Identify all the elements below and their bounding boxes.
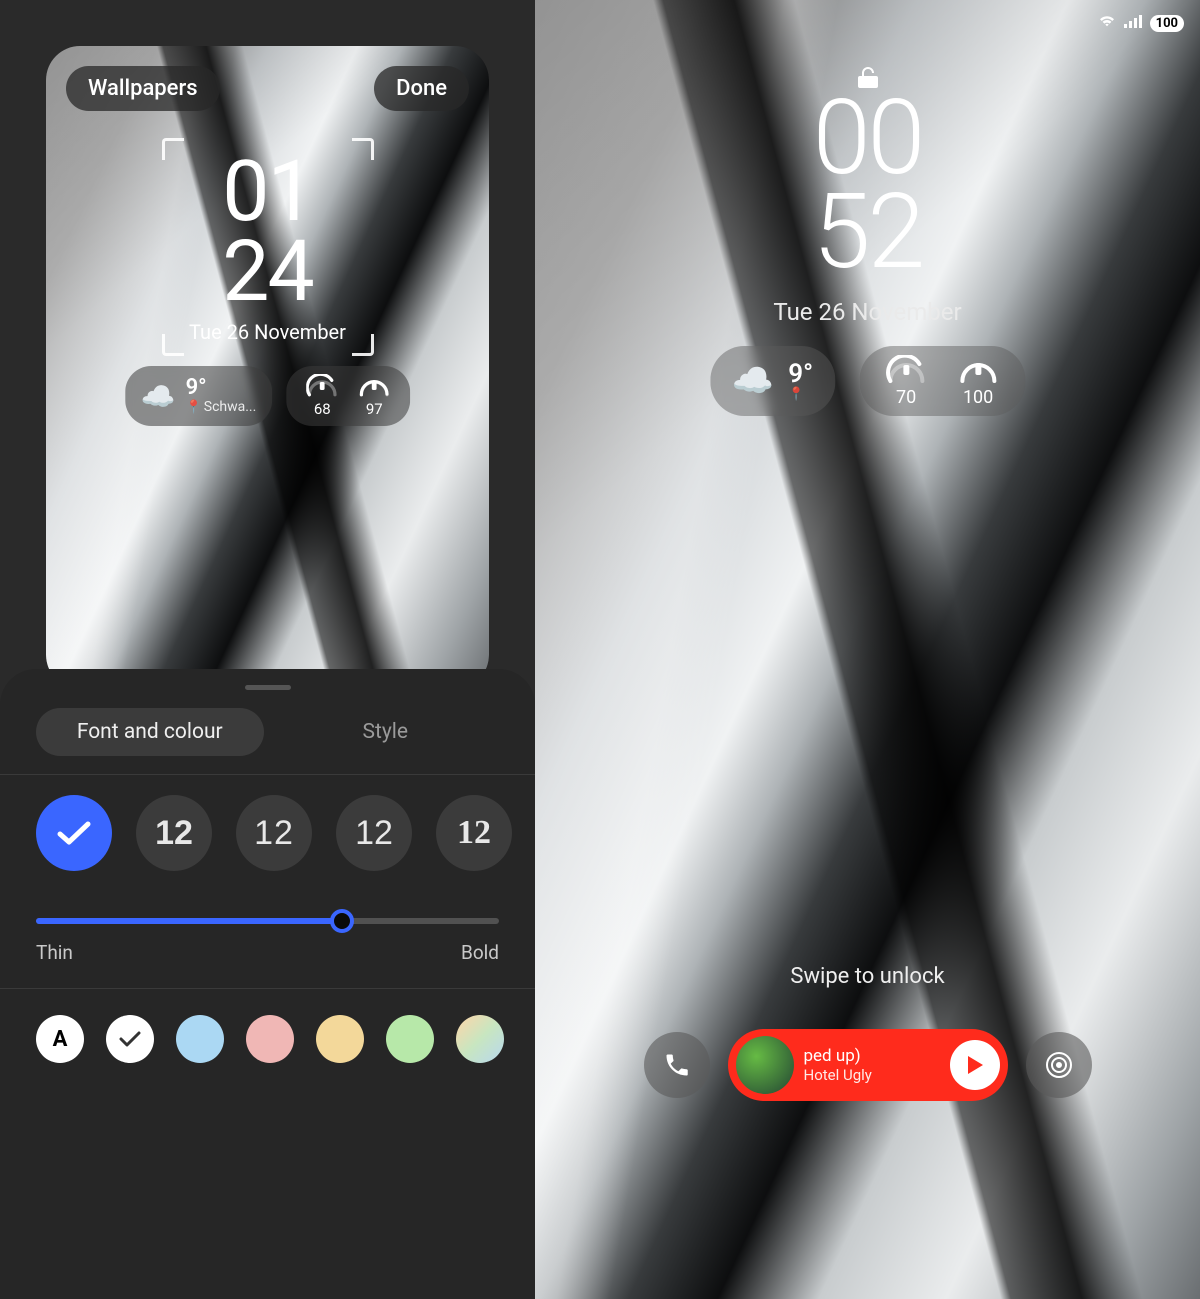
color-swatch-row: A [0,1015,535,1063]
color-green[interactable] [386,1015,434,1063]
status-bar: 100 [1098,14,1184,32]
location-pin-icon: 📍 [186,400,202,415]
weather-temp: 9° [788,361,813,387]
slider-thumb[interactable] [330,909,354,933]
location-pin-icon: 📍 [788,387,804,402]
watch-battery-value: 68 [314,400,331,418]
weather-widget[interactable]: ☁️ 9° 📍 [710,346,835,416]
media-player-pill[interactable]: ped up) Hotel Ugly [728,1029,1008,1101]
font-option-4[interactable]: 12 [336,795,412,871]
color-yellow[interactable] [316,1015,364,1063]
battery-rings-widget[interactable]: 68 97 [286,366,410,426]
cloud-icon: ☁️ [732,361,774,401]
watch-ring-icon [306,374,338,398]
media-artist: Hotel Ugly [804,1066,940,1084]
signal-icon [1124,14,1142,32]
weight-label-bold: Bold [461,941,499,964]
font-option-1[interactable] [36,795,112,871]
color-auto[interactable]: A [36,1015,84,1063]
media-title: ped up) [804,1046,940,1066]
album-art [736,1036,794,1094]
weather-widget[interactable]: ☁️ 9° 📍Schwa... [125,366,273,426]
lock-date: Tue 26 November [535,298,1200,326]
sheet-grip[interactable] [245,685,291,690]
editor-panel: Wallpapers Done 0124 Tue 26 November ☁️ … [0,0,535,1299]
font-color-sheet: Font and colour Style 12 12 12 12 Thin B… [0,669,535,1299]
play-icon [965,1054,985,1076]
tab-font-colour[interactable]: Font and colour [36,708,264,756]
watch-ring-icon [885,355,927,385]
watch-battery-value: 70 [896,387,916,408]
lockscreen-panel: 100 0052 Tue 26 November ☁️ 9° 📍 70 [535,0,1200,1299]
battery-indicator: 100 [1150,15,1184,32]
wallpapers-button[interactable]: Wallpapers [66,66,220,111]
weather-temp: 9° [186,377,257,399]
color-pink[interactable] [246,1015,294,1063]
battery-rings-widget[interactable]: 70 100 [859,346,1025,416]
font-option-3[interactable]: 12 [236,795,312,871]
phone-battery-value: 97 [366,400,383,418]
clock-widget-frame[interactable]: 0124 Tue 26 November [168,144,368,350]
wifi-icon [1098,14,1116,32]
font-options-row: 12 12 12 12 [0,795,535,871]
phone-shortcut[interactable] [644,1032,710,1098]
font-option-2[interactable]: 12 [136,795,212,871]
lock-clock: 0052 [813,92,922,279]
check-icon [118,1029,142,1049]
font-option-5[interactable]: 12 [436,795,512,871]
target-icon [1044,1050,1074,1080]
color-gradient[interactable] [456,1015,504,1063]
phone-battery-value: 100 [963,387,993,408]
cloud-icon: ☁️ [141,380,176,413]
phone-ring-icon [358,374,390,398]
clock-date: Tue 26 November [168,320,368,350]
color-blue[interactable] [176,1015,224,1063]
check-icon [56,819,92,847]
weight-label-thin: Thin [36,941,73,964]
camera-shortcut[interactable] [1026,1032,1092,1098]
weather-location: Schwa... [204,399,257,415]
font-weight-slider[interactable] [36,911,499,931]
tab-style[interactable]: Style [272,708,500,756]
phone-icon [663,1051,691,1079]
swipe-to-unlock[interactable]: Swipe to unlock [535,964,1200,989]
play-button[interactable] [950,1040,1000,1090]
phone-ring-icon [957,355,999,385]
lockscreen-preview[interactable]: Wallpapers Done 0124 Tue 26 November ☁️ … [46,46,489,689]
done-button[interactable]: Done [374,66,469,111]
clock-time: 0124 [168,144,368,312]
color-white[interactable] [106,1015,154,1063]
